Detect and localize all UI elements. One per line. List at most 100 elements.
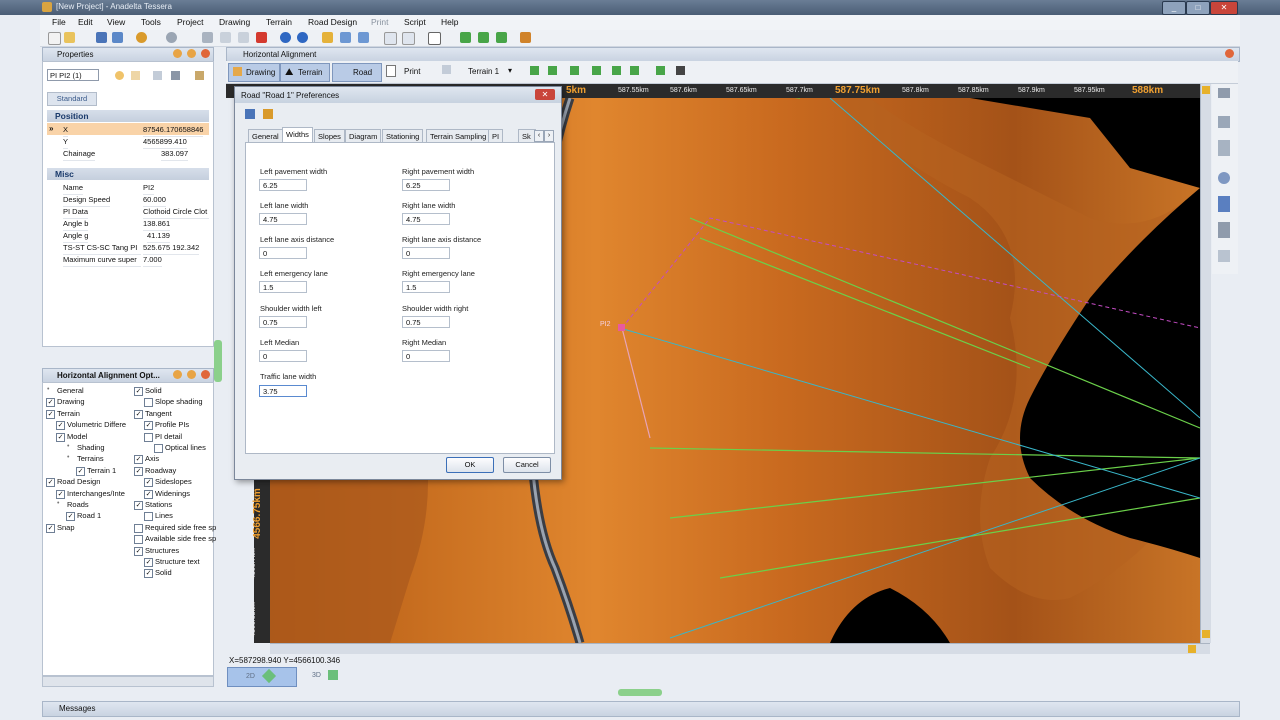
tab-3d[interactable]: 3D [300,667,360,685]
align-icon[interactable] [460,32,471,43]
option-checkbox[interactable]: ✓ [56,421,65,431]
menu-road-design[interactable]: Road Design [308,17,357,27]
option-checkbox[interactable]: ✓ [56,432,65,442]
filter-icon[interactable] [131,71,140,80]
left-pavement-input[interactable]: 6.25 [259,179,307,191]
tool-icon[interactable] [1218,140,1230,156]
close-button[interactable]: ✕ [1210,1,1238,15]
option-checkbox[interactable]: ✓ [76,466,85,476]
option-checkbox[interactable]: ✓ [46,409,55,419]
tool-icon[interactable] [1218,116,1230,128]
option-checkbox[interactable]: ✓ [134,501,143,510]
alignment-tool-icon[interactable] [570,66,579,75]
option-checkbox[interactable] [134,535,143,545]
tab-scroll-left-icon[interactable]: ‹ [534,130,544,142]
tool-icon[interactable] [1218,172,1230,184]
prop-value[interactable]: PI2 [143,183,155,195]
panel-close-icon[interactable] [201,49,210,58]
option-checkbox[interactable] [154,444,163,453]
grid-icon[interactable] [442,65,451,74]
option-checkbox[interactable]: ✓ [46,398,55,408]
alignment-tool-icon[interactable] [630,66,639,75]
find-icon[interactable] [358,32,369,43]
option-checkbox[interactable]: ✓ [144,558,153,567]
shoulder-right-input[interactable]: 0.75 [402,316,450,328]
minimize-button[interactable]: _ [1162,1,1186,15]
section-position[interactable]: Position [47,110,209,122]
tab-pi[interactable]: PI [488,129,504,143]
forward-icon[interactable] [297,32,308,43]
menu-terrain[interactable]: Terrain [266,17,292,27]
option-checkbox[interactable]: ✓ [134,466,143,476]
menu-file[interactable]: File [52,17,66,27]
undo-icon[interactable] [136,32,147,43]
tab-widths[interactable]: Widths [282,127,313,143]
menu-edit[interactable]: Edit [78,17,93,27]
scroll-up-icon[interactable] [1202,86,1210,94]
tool-icon[interactable] [1218,88,1230,98]
horizontal-scrollbar[interactable] [270,643,1210,654]
prop-value[interactable]: 7.000 [143,255,162,267]
curve-tool-icon[interactable] [1218,196,1230,212]
option-checkbox[interactable]: ✓ [56,489,65,499]
tab-standard[interactable]: Standard [47,92,97,106]
save-as-icon[interactable] [112,32,123,43]
align-2-icon[interactable] [478,32,489,43]
view-close-icon[interactable] [1225,49,1234,58]
option-checkbox[interactable] [144,432,153,442]
tab-2d[interactable]: 2D [227,667,297,687]
tab-terrain[interactable]: ⛰ Terrain [280,63,330,82]
left-emergency-input[interactable]: 1.5 [259,281,307,293]
option-checkbox[interactable] [144,398,153,408]
option-checkbox[interactable]: ✓ [134,387,143,396]
alignment-tool-icon[interactable] [530,66,539,75]
float-icon[interactable] [187,49,196,58]
option-checkbox[interactable]: ✓ [46,478,55,488]
prop-value[interactable]: 138.861 [143,219,171,231]
option-checkbox[interactable]: ✓ [46,523,55,533]
prop-value[interactable]: 525.675 192.342 [143,243,200,255]
terrain-select[interactable]: Terrain 1 [468,67,499,76]
option-checkbox[interactable]: ✓ [134,455,143,465]
option-checkbox[interactable]: ✓ [144,569,153,579]
copy-icon[interactable] [220,32,231,43]
dropdown-arrow-icon[interactable]: ▾ [508,66,512,75]
tab-terrain-sampling[interactable]: Terrain Sampling [426,129,491,143]
binoculars-icon[interactable] [676,66,685,75]
left-axis-input[interactable]: 0 [259,247,307,259]
menu-script[interactable]: Script [404,17,426,27]
alignment-tool-icon[interactable] [612,66,621,75]
cut-icon[interactable] [202,32,213,43]
dialog-save-icon[interactable] [245,109,255,119]
right-median-input[interactable]: 0 [402,350,450,362]
pin-icon[interactable] [173,370,182,379]
redo-icon[interactable] [166,32,177,43]
layout-icon[interactable] [428,32,441,45]
splitter-handle[interactable] [214,340,222,382]
tool-icon[interactable] [1218,250,1230,262]
tab-print-label[interactable]: Print [404,67,420,76]
cancel-button[interactable]: Cancel [503,457,551,473]
dialog-close-button[interactable]: ✕ [535,89,555,100]
float-icon[interactable] [187,370,196,379]
tab-slopes[interactable]: Slopes [314,129,345,143]
dialog-load-icon[interactable] [263,109,273,119]
option-checkbox[interactable]: ✓ [134,546,143,556]
alignment-tool-icon[interactable] [548,66,557,75]
maximize-button[interactable]: □ [1186,1,1210,15]
export-icon[interactable] [402,32,415,45]
option-checkbox[interactable] [134,523,143,533]
scroll-down-icon[interactable] [1202,630,1210,638]
option-checkbox[interactable]: ✓ [144,489,153,499]
menu-help[interactable]: Help [441,17,458,27]
option-checkbox[interactable]: ✓ [144,421,153,431]
prop-value[interactable]: 41.139 [147,231,170,243]
menu-print[interactable]: Print [371,17,388,27]
prop-value[interactable]: Clothoid Circle Clot [143,207,209,219]
page-icon[interactable] [384,32,397,45]
alignment-tool-icon[interactable] [656,66,665,75]
shoulder-left-input[interactable]: 0.75 [259,316,307,328]
tool-icon[interactable] [520,32,531,43]
panel-close-icon[interactable] [201,370,210,379]
align-3-icon[interactable] [496,32,507,43]
